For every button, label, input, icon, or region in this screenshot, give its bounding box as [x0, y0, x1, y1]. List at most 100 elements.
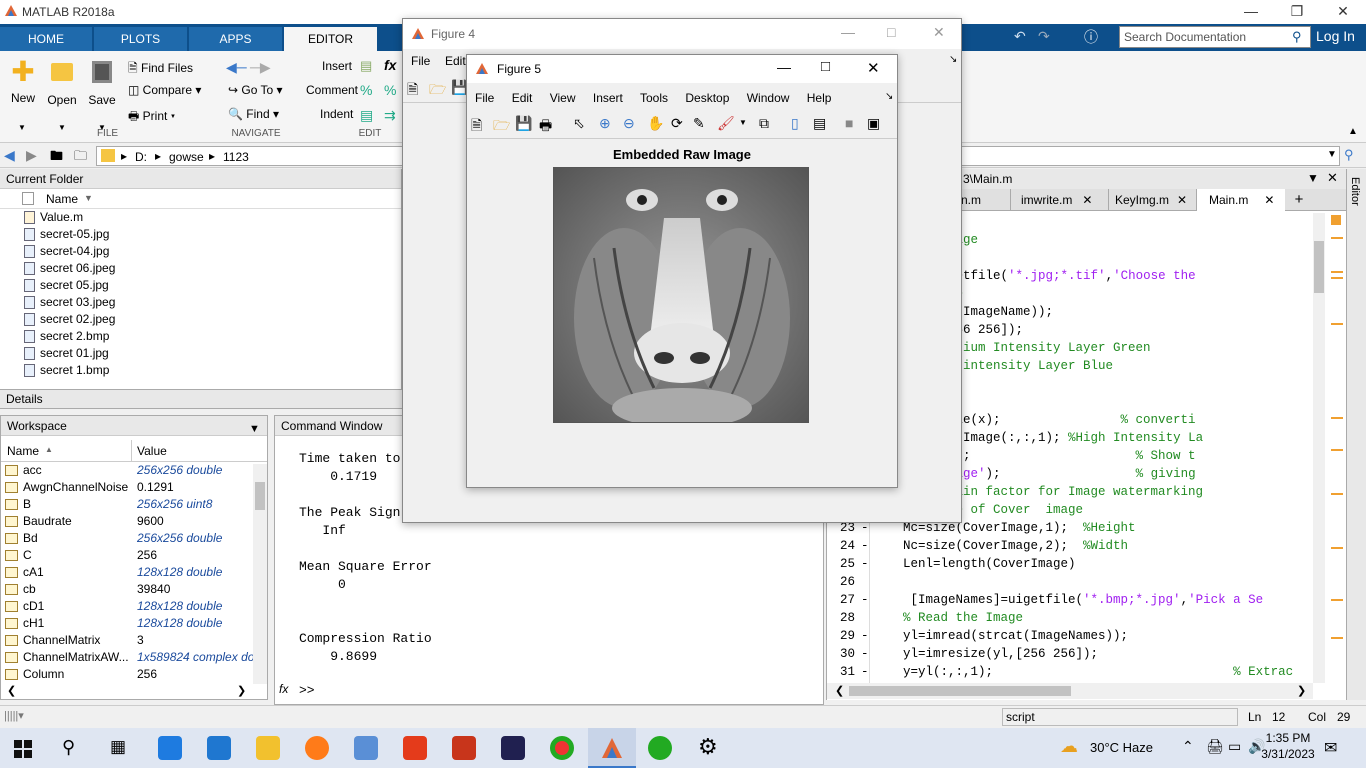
- tray-chevron-icon[interactable]: ⌃: [1182, 738, 1194, 755]
- indent-button[interactable]: Indent: [320, 107, 353, 121]
- collapse-ribbon-icon[interactable]: ▲: [1348, 126, 1358, 137]
- warning-marker[interactable]: [1331, 547, 1343, 549]
- menu-insert[interactable]: Insert: [593, 91, 623, 105]
- insert-button[interactable]: Insert: [322, 59, 352, 73]
- scroll-thumb[interactable]: [255, 482, 265, 510]
- weather-text[interactable]: 30°C Haze: [1090, 740, 1153, 755]
- legend-icon[interactable]: ▤: [813, 115, 826, 132]
- panel-menu-icon[interactable]: ▼: [249, 419, 260, 439]
- network-icon[interactable]: 🖨: [1206, 738, 1224, 755]
- open-file-icon[interactable]: 🗁: [429, 79, 446, 103]
- percent-icon[interactable]: %: [360, 82, 372, 98]
- settings-gear-icon[interactable]: ⚙: [698, 734, 718, 760]
- intellij-icon[interactable]: [501, 736, 525, 760]
- uncomment-icon[interactable]: %: [384, 82, 396, 98]
- colorbar-icon[interactable]: ▯: [791, 115, 799, 132]
- new-figure-icon[interactable]: 🗎: [407, 79, 418, 103]
- smart-indent-icon[interactable]: ▤: [360, 107, 373, 124]
- scroll-right-icon[interactable]: ❯: [1297, 684, 1306, 697]
- warning-marker[interactable]: [1331, 271, 1343, 273]
- breadcrumb-1123[interactable]: 1123: [223, 150, 249, 164]
- save-button[interactable]: Save: [86, 57, 118, 117]
- close-tab-icon[interactable]: ✕: [1264, 193, 1274, 207]
- editor-tab-keyimg[interactable]: KeyImg.m ✕: [1109, 189, 1197, 211]
- fx-icon[interactable]: fx: [384, 57, 396, 73]
- code-line[interactable]: 30- yl=imresize(yl,[256 256]);: [827, 645, 1317, 663]
- tab-home[interactable]: HOME: [0, 27, 93, 51]
- dock-icon[interactable]: ↘: [949, 54, 957, 65]
- office-icon[interactable]: [403, 736, 427, 760]
- table-row[interactable]: B 256x256 uint8: [1, 496, 267, 513]
- new-button[interactable]: ✚ New: [8, 57, 38, 117]
- pointer-icon[interactable]: ⬁: [573, 115, 585, 132]
- battery-icon[interactable]: ▭: [1228, 738, 1241, 755]
- list-item[interactable]: secret 2.bmp: [0, 328, 401, 345]
- office-icon[interactable]: [452, 736, 476, 760]
- table-row[interactable]: AwgnChannelNoise 0.1291: [1, 479, 267, 496]
- task-view-icon[interactable]: ▦: [110, 737, 126, 757]
- firefox-icon[interactable]: [305, 736, 329, 760]
- tab-apps[interactable]: APPS: [189, 27, 283, 51]
- minimize-button[interactable]: —: [1228, 0, 1274, 24]
- search-icon[interactable]: ⚲: [1292, 29, 1302, 45]
- matlab-taskbar-button[interactable]: [588, 728, 636, 768]
- column-name[interactable]: Name: [7, 444, 39, 458]
- chevron-down-icon[interactable]: ▼: [739, 118, 747, 127]
- code-line[interactable]: 29- yl=imread(strcat(ImageNames));: [827, 627, 1317, 645]
- clock[interactable]: 1:35 PM 3/31/2023: [1258, 731, 1318, 761]
- table-row[interactable]: Baudrate 9600: [1, 513, 267, 530]
- weather-icon[interactable]: ☁: [1060, 736, 1078, 757]
- chrome-profile-icon[interactable]: [648, 736, 672, 760]
- notifications-icon[interactable]: ✉: [1324, 738, 1337, 758]
- list-item[interactable]: secret-04.jpg: [0, 243, 401, 260]
- breakpoint-marker[interactable]: -: [861, 591, 869, 609]
- editor-menu-icon[interactable]: ▼: [1307, 171, 1319, 185]
- menu-edit[interactable]: Edit: [512, 91, 533, 105]
- show-plot-tools-icon[interactable]: ▣: [867, 115, 880, 132]
- scroll-left-icon[interactable]: ❮: [835, 684, 844, 697]
- menu-tools[interactable]: Tools: [640, 91, 668, 105]
- command-prompt[interactable]: >>: [299, 682, 315, 700]
- menu-window[interactable]: Window: [747, 91, 790, 105]
- indent-icon[interactable]: ⇉: [384, 107, 396, 124]
- close-button[interactable]: ✕: [1320, 0, 1366, 24]
- open-button[interactable]: Open: [46, 57, 78, 117]
- table-row[interactable]: cb 39840: [1, 581, 267, 598]
- list-item[interactable]: secret 01.jpg: [0, 345, 401, 362]
- chrome-icon[interactable]: [550, 736, 574, 760]
- chevron-down-icon[interactable]: ▼: [1327, 149, 1337, 160]
- code-line[interactable]: 24- Nc=size(CoverImage,2); %Width: [827, 537, 1317, 555]
- table-row[interactable]: ChannelMatrixAW... 1x589824 complex do...: [1, 649, 267, 666]
- redo-icon[interactable]: ↷: [1038, 28, 1050, 45]
- list-item[interactable]: secret 06.jpeg: [0, 260, 401, 277]
- search-documentation-input[interactable]: Search Documentation ⚲: [1119, 26, 1311, 48]
- list-item[interactable]: secret 02.jpeg: [0, 311, 401, 328]
- workspace-vscrollbar[interactable]: [253, 464, 267, 684]
- minimize-button[interactable]: —: [777, 59, 791, 75]
- 3d-box-icon[interactable]: [354, 736, 378, 760]
- editor-side-label[interactable]: Editor: [1349, 177, 1361, 206]
- menu-help[interactable]: Help: [807, 91, 832, 105]
- breakpoint-marker[interactable]: -: [861, 663, 869, 681]
- print-figure-icon[interactable]: 🖶: [539, 115, 552, 139]
- editor-tab-imwrite[interactable]: imwrite.m ✕: [1013, 189, 1109, 211]
- maximize-button[interactable]: □: [887, 24, 895, 40]
- search-icon[interactable]: ⚲: [62, 737, 75, 758]
- editor-close-icon[interactable]: ✕: [1327, 170, 1338, 186]
- forward-arrow-icon[interactable]: ─▶: [250, 59, 271, 76]
- mail-icon[interactable]: [207, 736, 231, 760]
- editor-tab-main[interactable]: Main.m ✕: [1197, 189, 1285, 212]
- microsoft-store-icon[interactable]: [158, 736, 182, 760]
- table-row[interactable]: Column 256: [1, 666, 267, 683]
- editor-hscrollbar[interactable]: ❮ ❯: [827, 683, 1313, 699]
- windows-start-icon[interactable]: [14, 740, 32, 758]
- hide-plot-tools-icon[interactable]: ■: [845, 115, 853, 131]
- list-item[interactable]: secret-05.jpg: [0, 226, 401, 243]
- details-header[interactable]: Details: [0, 389, 402, 409]
- warning-marker[interactable]: [1331, 323, 1343, 325]
- breakpoint-marker[interactable]: -: [861, 537, 869, 555]
- code-line[interactable]: 26: [827, 573, 1317, 591]
- breakpoint-marker[interactable]: -: [861, 645, 869, 663]
- data-cursor-icon[interactable]: ✎: [693, 115, 705, 132]
- zoom-in-icon[interactable]: ⊕: [599, 115, 611, 132]
